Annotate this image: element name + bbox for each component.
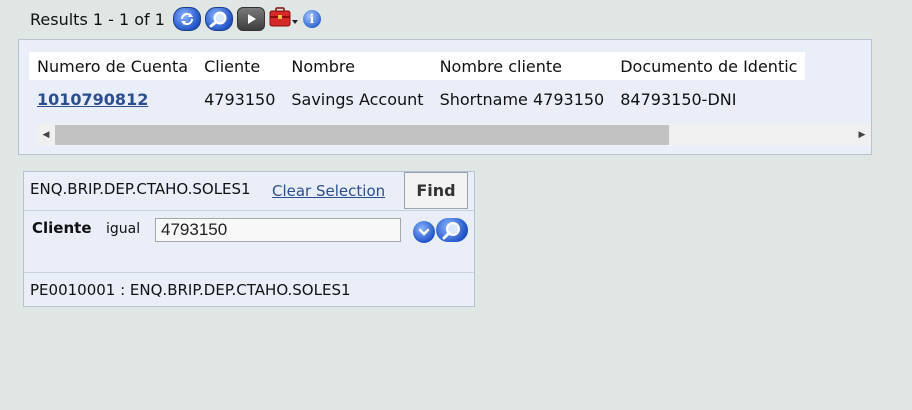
chevron-down-icon[interactable] xyxy=(413,221,435,243)
company-enquiry-footer: PE0010001 : ENQ.BRIP.DEP.CTAHO.SOLES1 xyxy=(30,281,351,299)
results-toolbar: Results 1 - 1 of 1 i xyxy=(30,7,325,31)
selection-panel: ENQ.BRIP.DEP.CTAHO.SOLES1 Clear Selectio… xyxy=(23,171,475,307)
cell-account-number[interactable]: 1010790812 xyxy=(29,80,196,118)
table-header-row: Numero de Cuenta Cliente Nombre Nombre c… xyxy=(29,52,806,80)
column-header-client-name[interactable]: Nombre cliente xyxy=(431,52,613,80)
clear-selection-link[interactable]: Clear Selection xyxy=(272,182,385,200)
column-header-name[interactable]: Nombre xyxy=(283,52,432,80)
refresh-icon[interactable] xyxy=(172,7,201,31)
scroll-left-icon[interactable]: ◀ xyxy=(37,124,55,146)
horizontal-scrollbar[interactable]: ◀ ▶ xyxy=(37,124,871,146)
enquiry-name: ENQ.BRIP.DEP.CTAHO.SOLES1 xyxy=(30,180,251,198)
criteria-row: Cliente igual xyxy=(24,211,474,251)
selection-footer: PE0010001 : ENQ.BRIP.DEP.CTAHO.SOLES1 xyxy=(24,272,474,307)
scroll-right-icon[interactable]: ▶ xyxy=(853,124,871,146)
cell-id-document: 84793150-DNI xyxy=(620,89,737,109)
account-number-link[interactable]: 1010790812 xyxy=(37,90,148,109)
cell-client: 4793150 xyxy=(204,89,276,109)
results-table-viewport: Numero de Cuenta Cliente Nombre Nombre c… xyxy=(29,52,827,122)
results-count: Results 1 - 1 of 1 xyxy=(30,9,165,29)
column-header-account-number[interactable]: Numero de Cuenta xyxy=(29,52,197,80)
cell-client-name: Shortname 4793150 xyxy=(439,89,605,109)
criteria-field-label: Cliente xyxy=(32,219,92,237)
column-header-id-document[interactable]: Documento de Identic xyxy=(612,52,806,80)
info-icon[interactable]: i xyxy=(302,10,321,28)
criteria-operator: igual xyxy=(106,221,141,237)
play-icon[interactable] xyxy=(236,7,265,31)
criteria-value-input[interactable] xyxy=(155,218,401,242)
cell-name: Savings Account xyxy=(291,89,424,109)
find-button[interactable]: Find xyxy=(404,172,468,209)
toolbox-icon[interactable] xyxy=(269,6,299,32)
search-icon[interactable] xyxy=(204,7,233,31)
lookup-search-icon[interactable] xyxy=(436,218,468,242)
results-panel: Numero de Cuenta Cliente Nombre Nombre c… xyxy=(18,39,872,155)
column-header-client[interactable]: Cliente xyxy=(196,52,284,80)
selection-header: ENQ.BRIP.DEP.CTAHO.SOLES1 Clear Selectio… xyxy=(24,172,474,211)
results-table: Numero de Cuenta Cliente Nombre Nombre c… xyxy=(29,52,806,118)
scrollbar-thumb[interactable] xyxy=(55,125,669,145)
table-row: 1010790812 4793150 Savings Account Short… xyxy=(29,80,805,118)
